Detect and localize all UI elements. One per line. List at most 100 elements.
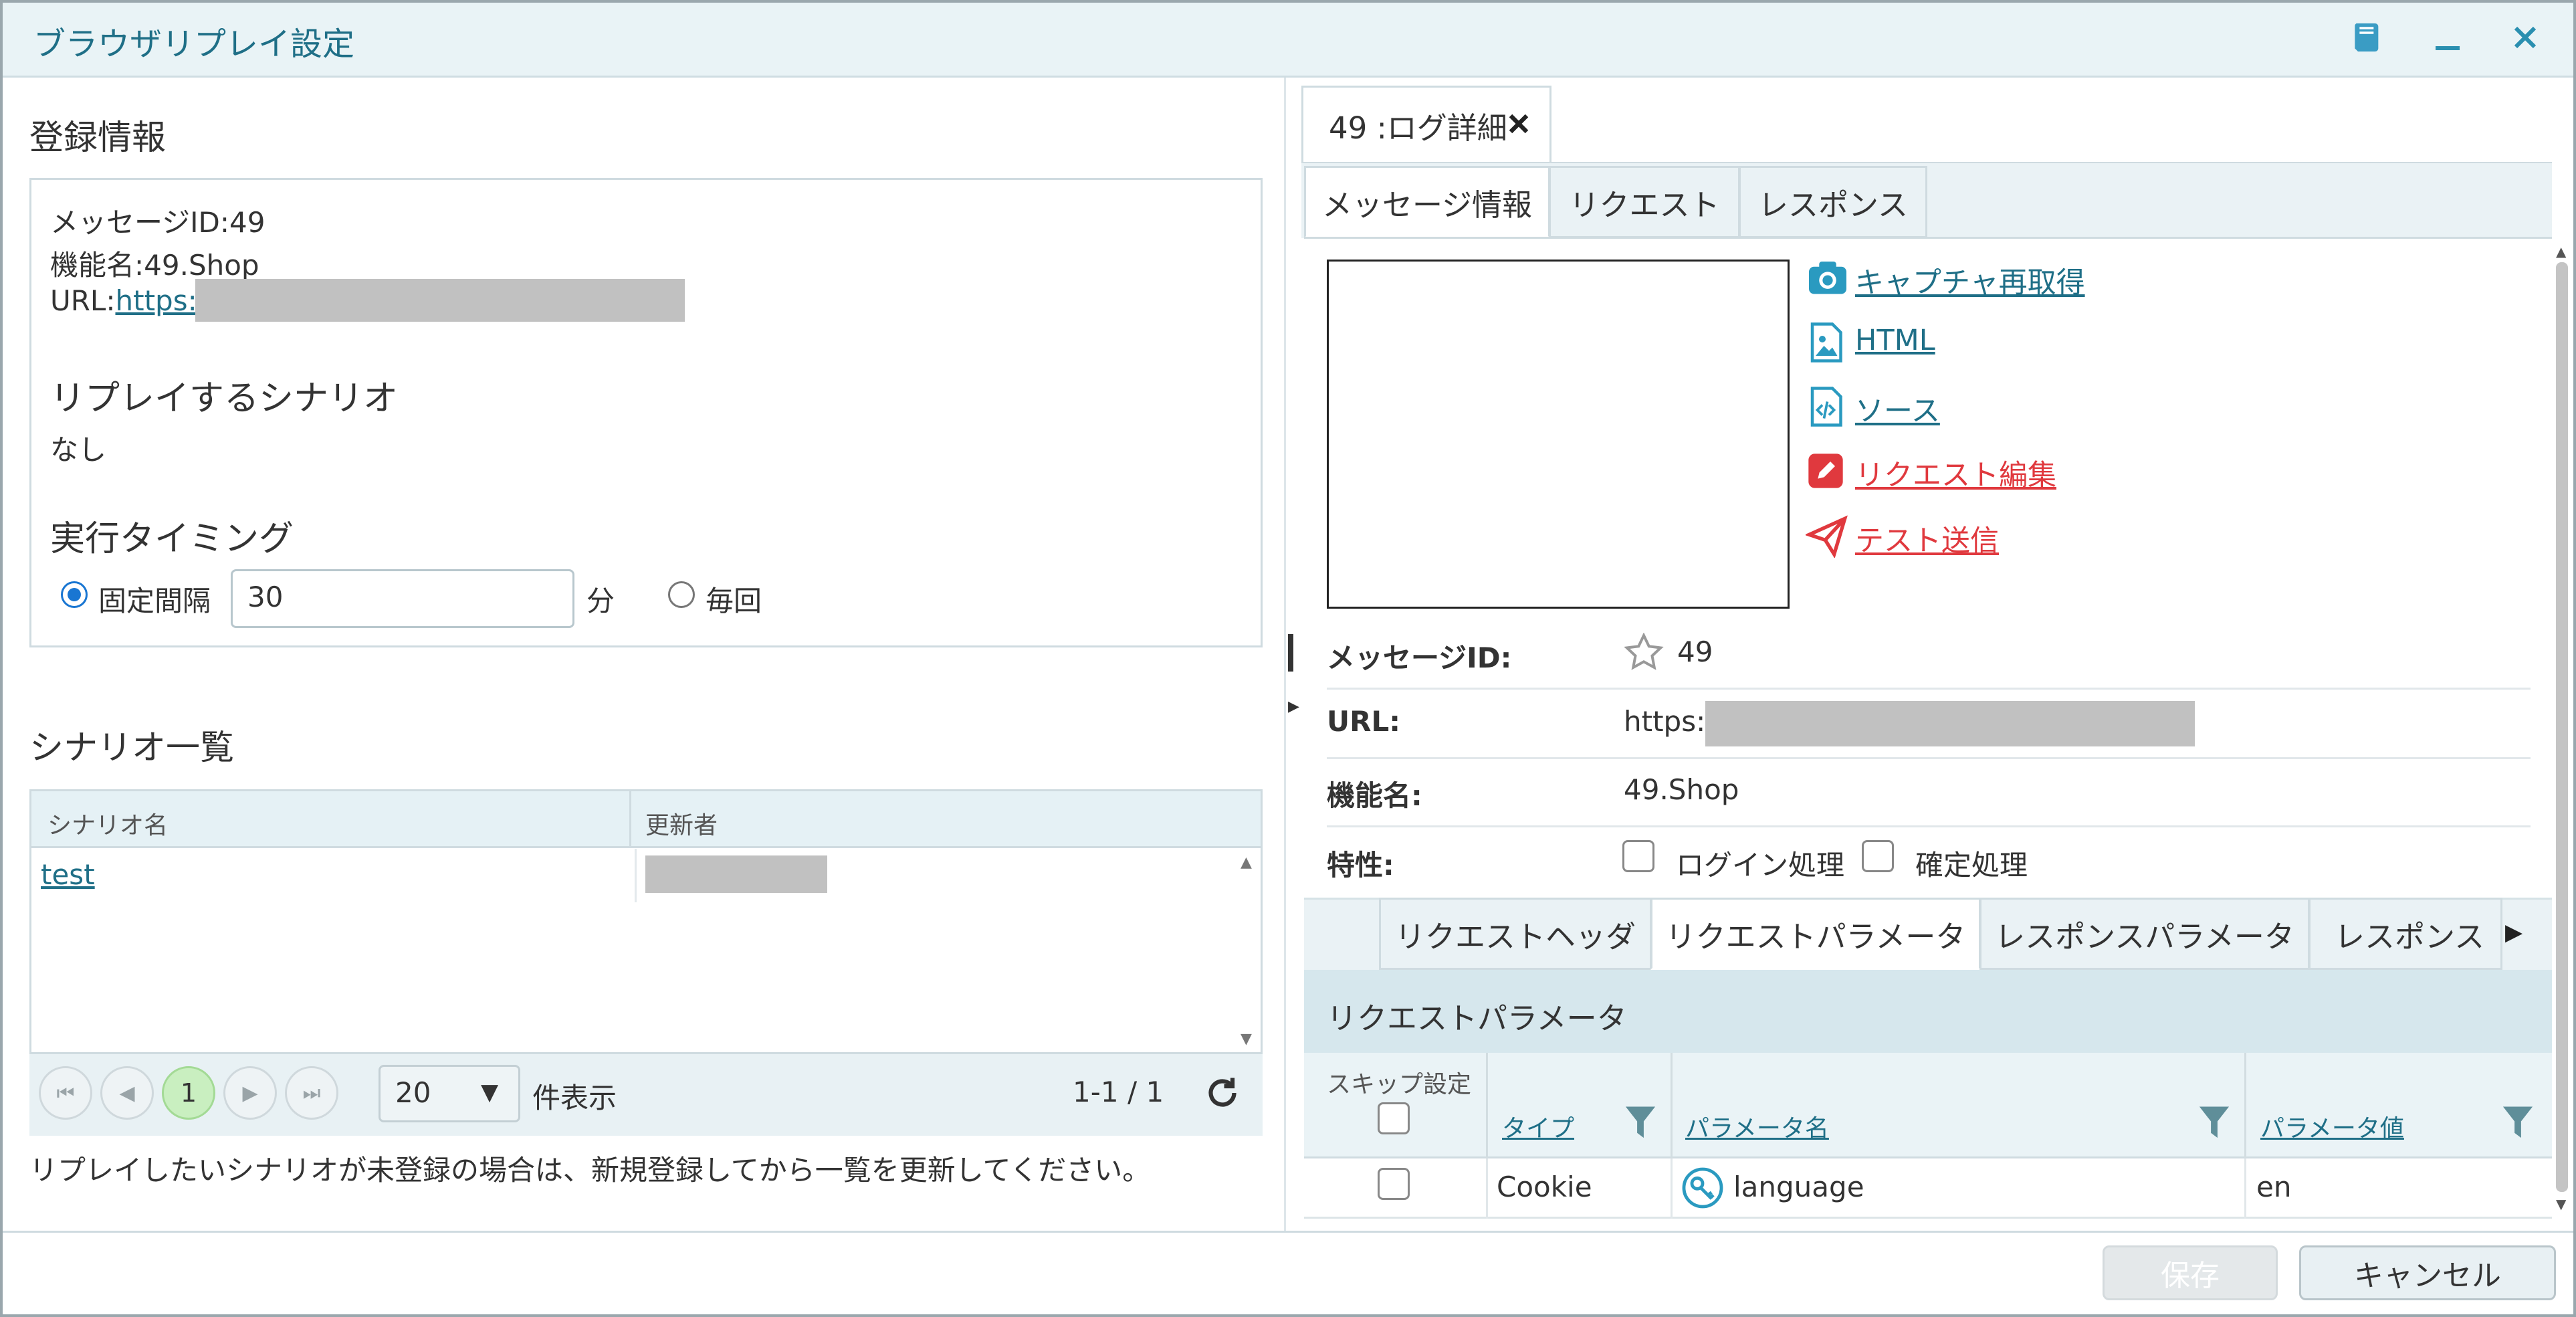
registration-title: 登録情報 [29,118,167,158]
close-tab-icon[interactable] [1505,110,1532,137]
tab-response[interactable]: レスポンス [1739,166,1927,238]
url-field-value: https: [1624,705,1706,738]
table-row[interactable]: Cookie language en [1304,1158,2552,1219]
skip-all-checkbox[interactable] [1378,1102,1410,1134]
splitter-handle[interactable] [1288,634,1293,672]
col-type[interactable]: タイプ [1502,1109,1574,1144]
col-divider [629,791,631,846]
params-header: リクエストパラメータ [1304,970,2552,1053]
row-divider [635,849,637,902]
scroll-thumb[interactable] [2556,262,2568,1192]
tab-message-info[interactable]: メッセージ情報 [1304,166,1550,238]
col-param-value[interactable]: パラメータ値 [2260,1109,2404,1144]
url-link[interactable]: https: [115,284,197,317]
next-page-icon[interactable]: ▶ [223,1066,277,1120]
subtab-response-params[interactable]: レスポンスパラメータ [1979,898,2310,970]
field-divider [1327,688,2531,690]
send-icon [1806,515,1848,558]
params-grid-header: スキップ設定 タイプ パラメータ名 パラメータ値 [1304,1053,2552,1158]
url-redacted [195,279,685,322]
capture-preview [1327,260,1790,609]
param-value: en [2256,1171,2292,1203]
filter-icon[interactable] [1624,1105,1657,1141]
message-id-value: 49 [1677,635,1713,668]
login-label: ログイン処理 [1676,849,1845,882]
prev-page-icon[interactable]: ◀ [100,1066,154,1120]
col-scenario-name[interactable]: シナリオ名 [47,806,168,841]
tab-log-detail[interactable]: 49 :ログ詳細 [1301,86,1551,163]
range-text: 1-1 / 1 [1073,1076,1164,1108]
scenario-grid: シナリオ名 更新者 test ▲ ▼ ⏮ ◀ 1 ▶ ⏭ 20 ▼ 件表示 1-… [29,789,1263,1136]
message-id-text: メッセージID:49 [50,206,265,239]
right-scrollbar[interactable]: ▲ ▼ [2552,243,2572,1220]
col-param-name[interactable]: パラメータ名 [1685,1109,1829,1144]
interval-input[interactable]: 30 [231,569,574,628]
confirm-checkbox[interactable] [1862,840,1894,872]
filter-icon[interactable] [2501,1105,2535,1141]
scroll-up-icon[interactable]: ▲ [1241,854,1252,871]
url-field-label: URL: [1327,705,1401,738]
col-divider [1486,1053,1488,1158]
first-page-icon[interactable]: ⏮ [39,1066,92,1120]
scenario-name-link[interactable]: test [41,858,95,891]
page-size-unit: 件表示 [532,1082,617,1114]
key-icon [1681,1167,1724,1209]
log-detail-tab-label: 49 :ログ詳細 [1329,110,1507,146]
window-title: ブラウザリプレイ設定 [33,25,355,63]
test-send-link[interactable]: テスト送信 [1855,518,1999,559]
code-file-icon [1808,387,1843,427]
fixed-interval-radio[interactable] [61,581,88,608]
param-name: language [1733,1171,1864,1203]
recapture-link[interactable]: キャプチャ再取得 [1855,260,2085,301]
login-checkbox[interactable] [1622,840,1654,872]
subtab-request-params[interactable]: リクエストパラメータ [1650,898,1981,970]
tab-request[interactable]: リクエスト [1549,166,1740,238]
scroll-down-icon[interactable]: ▼ [2556,1196,2566,1212]
col-divider [1671,1053,1673,1158]
every-time-radio[interactable] [668,581,695,608]
col-updater[interactable]: 更新者 [645,806,718,841]
function-field-label: 機能名: [1327,779,1422,812]
edit-request-link[interactable]: リクエスト編集 [1855,452,2056,494]
attribute-label: 特性: [1327,849,1394,882]
field-divider [1327,757,2531,759]
pager-bar: ⏮ ◀ 1 ▶ ⏭ 20 ▼ 件表示 1-1 / 1 [29,1052,1263,1136]
scroll-tabs-right-icon[interactable]: ▶ [2505,919,2523,946]
collapse-arrow-icon[interactable]: ▶ [1288,698,1299,715]
last-page-icon[interactable]: ⏭ [285,1066,338,1120]
subtab-request-header[interactable]: リクエストヘッダ [1379,898,1652,970]
replay-scenario-title: リプレイするシナリオ [50,379,399,419]
col-divider [1671,1158,1673,1219]
current-page-button[interactable]: 1 [162,1066,215,1120]
url-label: URL: [50,284,116,317]
source-link[interactable]: ソース [1855,388,1940,429]
registration-box: メッセージID:49 機能名:49.Shop URL:https: リプレイする… [29,178,1263,647]
updater-redacted [645,855,827,893]
chevron-down-icon: ▼ [481,1079,499,1106]
refresh-icon[interactable] [1202,1073,1243,1113]
table-row[interactable]: test [31,849,1261,902]
col-skip: スキップ設定 [1327,1071,1472,1098]
scroll-up-icon[interactable]: ▲ [2556,243,2566,260]
fixed-interval-label: 固定間隔 [98,585,211,617]
manual-book-icon[interactable] [2347,17,2387,58]
cancel-button[interactable]: キャンセル [2299,1245,2556,1300]
function-field-value: 49.Shop [1624,773,1739,806]
html-link[interactable]: HTML [1855,324,1935,357]
url-field-redacted [1705,701,2195,746]
col-divider [2244,1053,2246,1158]
skip-checkbox[interactable] [1378,1168,1410,1200]
timing-title: 実行タイミング [50,519,294,559]
page-size-select[interactable]: 20 ▼ [379,1065,520,1122]
subtab-response[interactable]: レスポンス [2309,898,2502,970]
scroll-down-icon[interactable]: ▼ [1241,1031,1252,1047]
confirm-label: 確定処理 [1915,849,2028,882]
star-icon[interactable] [1624,633,1664,672]
filter-icon[interactable] [2197,1105,2231,1141]
param-type: Cookie [1497,1171,1592,1203]
minute-unit: 分 [586,585,615,617]
close-icon[interactable] [2505,17,2545,58]
minimize-icon[interactable] [2428,21,2468,62]
pane-splitter[interactable] [1284,78,1286,1231]
save-button[interactable]: 保存 [2103,1245,2278,1300]
